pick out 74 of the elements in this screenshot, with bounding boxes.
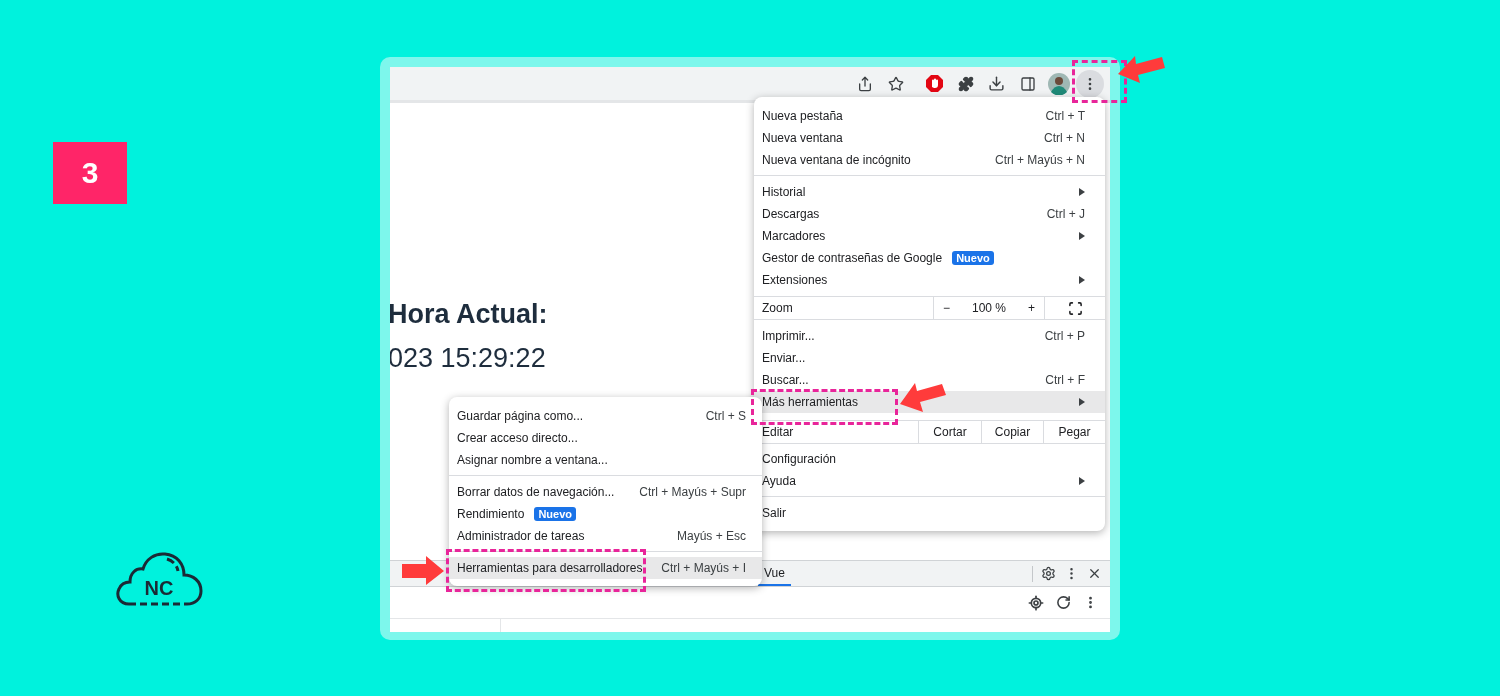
target-icon[interactable] bbox=[1028, 594, 1044, 611]
shortcut-text: Ctrl + Mayús + N bbox=[994, 153, 1085, 167]
edit-label: Editar bbox=[761, 424, 795, 441]
menu-item[interactable]: Imprimir... Ctrl + P bbox=[754, 325, 1105, 347]
menu-item-label: Administrador de tareas bbox=[457, 529, 585, 543]
menu-item[interactable]: Gestor de contraseñas de Google Nuevo bbox=[754, 247, 1105, 269]
shortcut-text: Ctrl + P bbox=[1044, 329, 1085, 343]
menu-item-label: Salir bbox=[762, 506, 786, 520]
edit-action-button[interactable]: Cortar bbox=[918, 421, 981, 443]
shortcut-text: Ctrl + Mayús + I bbox=[661, 561, 746, 575]
menu-item-label: Nueva ventana de incógnito bbox=[762, 153, 911, 167]
share-icon[interactable] bbox=[856, 75, 873, 92]
fullscreen-icon[interactable] bbox=[1067, 300, 1083, 316]
download-icon[interactable] bbox=[988, 75, 1005, 92]
shortcut-text: Mayús + Esc bbox=[676, 529, 746, 543]
menu-item-label: Herramientas para desarrolladores bbox=[457, 561, 643, 575]
bookmark-star-icon[interactable] bbox=[887, 75, 904, 92]
menu-item-label: Imprimir... bbox=[762, 329, 815, 343]
menu-item[interactable]: Buscar... Ctrl + F bbox=[754, 369, 1105, 391]
menu-item[interactable]: Crear acceso directo... bbox=[449, 427, 762, 449]
shortcut-text: Ctrl + F bbox=[1045, 373, 1085, 387]
menu-item[interactable]: Nueva ventana Ctrl + N bbox=[754, 127, 1105, 149]
menu-item-label: Nueva ventana bbox=[762, 131, 843, 145]
menu-item[interactable]: Administrador de tareas Mayús + Esc bbox=[449, 525, 762, 547]
zoom-out-button[interactable]: − bbox=[942, 301, 950, 315]
menu-item[interactable]: Asignar nombre a ventana... bbox=[449, 449, 762, 471]
menu-item-label: Marcadores bbox=[762, 229, 826, 243]
zoom-in-button[interactable]: + bbox=[1028, 301, 1036, 315]
menu-item-label: Historial bbox=[762, 185, 806, 199]
new-badge: Nuevo bbox=[534, 507, 576, 521]
close-icon[interactable] bbox=[1087, 566, 1102, 581]
edit-action-button[interactable]: Pegar bbox=[1043, 421, 1105, 443]
new-badge: Nuevo bbox=[952, 251, 994, 265]
step-number: 3 bbox=[53, 142, 127, 204]
menu-item-label: Más herramientas bbox=[762, 395, 859, 409]
shortcut-text: Ctrl + J bbox=[1046, 207, 1085, 221]
menu-item[interactable]: Extensiones bbox=[754, 269, 1105, 291]
menu-item[interactable]: Enviar... bbox=[754, 347, 1105, 369]
shortcut-text: Ctrl + N bbox=[1044, 131, 1085, 145]
reload-icon[interactable] bbox=[1056, 595, 1071, 610]
settings-icon[interactable] bbox=[1041, 566, 1056, 581]
stop-sign-icon[interactable] bbox=[926, 75, 943, 92]
menu-item[interactable]: Historial bbox=[754, 181, 1105, 203]
menu-item-label: Ayuda bbox=[762, 474, 796, 488]
menu-item-label: Descargas bbox=[762, 207, 820, 221]
menu-item-label: Crear acceso directo... bbox=[457, 431, 578, 445]
menu-item[interactable]: Descargas Ctrl + J bbox=[754, 203, 1105, 225]
menu-item-label: Gestor de contraseñas de Google bbox=[762, 251, 943, 265]
menu-item-label: Guardar página como... bbox=[457, 409, 584, 423]
menu-item[interactable]: Herramientas para desarrolladores Ctrl + Mayús + I bbox=[449, 557, 762, 579]
avatar[interactable] bbox=[1047, 72, 1070, 95]
menu-item-label: Asignar nombre a ventana... bbox=[457, 453, 608, 467]
menu-item-label: Buscar... bbox=[762, 373, 809, 387]
zoom-value: 100 % bbox=[972, 301, 1006, 315]
menu-item[interactable]: Nueva ventana de incógnito Ctrl + Mayús + N bbox=[754, 149, 1105, 171]
menu-item[interactable]: Rendimiento Nuevo bbox=[449, 503, 762, 525]
menu-item[interactable]: Marcadores bbox=[754, 225, 1105, 247]
menu-item-label: Enviar... bbox=[762, 351, 806, 365]
shortcut-text: Ctrl + Mayús + Supr bbox=[639, 485, 746, 499]
menu-item-label: Rendimiento bbox=[457, 507, 525, 521]
pointer-arrow bbox=[402, 556, 444, 585]
menu-item-label: Extensiones bbox=[762, 273, 828, 287]
menu-item[interactable]: Nueva pestaña Ctrl + T bbox=[754, 105, 1105, 127]
menu-item-label: Configuración bbox=[762, 452, 837, 466]
zoom-label: Zoom bbox=[761, 300, 794, 317]
page-heading: Hora Actual: bbox=[390, 298, 548, 330]
cloud-logo: NC bbox=[115, 551, 203, 607]
shortcut-text: Ctrl + T bbox=[1045, 109, 1085, 123]
menu-item-label: Borrar datos de navegación... bbox=[457, 485, 615, 499]
menu-item-label: Nueva pestaña bbox=[762, 109, 843, 123]
edit-action-button[interactable]: Copiar bbox=[981, 421, 1043, 443]
puzzle-icon[interactable] bbox=[957, 75, 974, 92]
shortcut-text: Ctrl + S bbox=[705, 409, 746, 423]
side-panel-icon[interactable] bbox=[1019, 75, 1036, 92]
